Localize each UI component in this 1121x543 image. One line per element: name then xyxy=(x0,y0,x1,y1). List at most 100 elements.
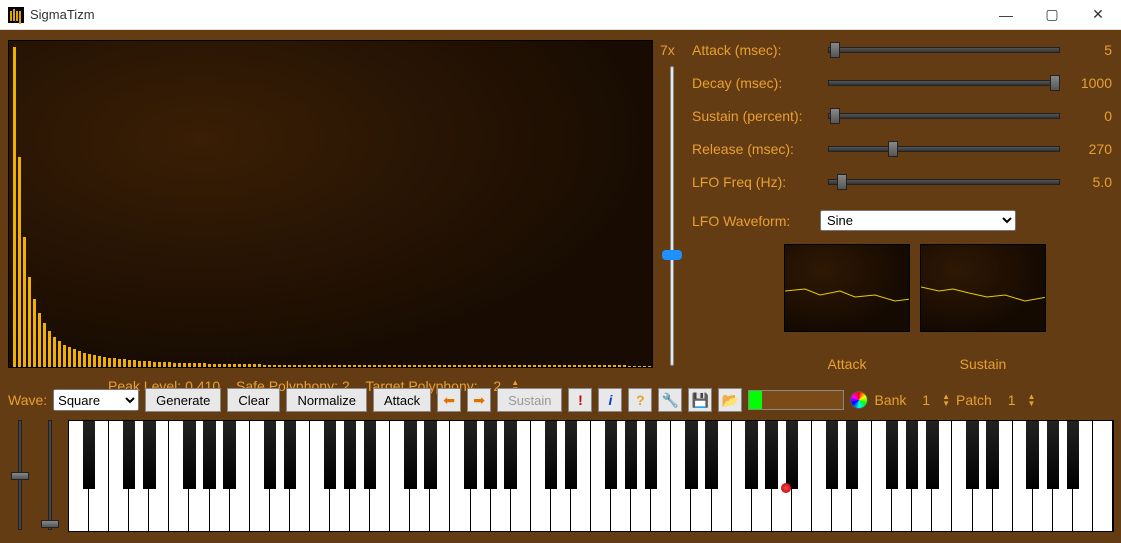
zoom-label: 7x xyxy=(660,42,675,58)
black-key[interactable] xyxy=(203,421,216,489)
black-key[interactable] xyxy=(364,421,377,489)
harmonics-display[interactable] xyxy=(8,40,653,368)
lfofreq-value: 5.0 xyxy=(1068,174,1112,190)
minimize-button[interactable]: — xyxy=(983,0,1029,30)
black-key[interactable] xyxy=(1047,421,1060,489)
bank-value: 1 xyxy=(922,392,930,408)
bank-label: Bank xyxy=(874,392,906,408)
panic-icon[interactable]: ! xyxy=(568,388,592,412)
prev-arrow-icon[interactable]: ⬅ xyxy=(437,388,461,412)
clear-button[interactable]: Clear xyxy=(227,388,280,412)
lfowave-select[interactable]: Sine xyxy=(820,210,1016,231)
sustain-envelope-graph[interactable] xyxy=(920,244,1046,332)
red-marker-icon xyxy=(781,483,791,493)
color-wheel-icon[interactable] xyxy=(850,391,868,409)
black-key[interactable] xyxy=(645,421,658,489)
attack-label: Attack (msec): xyxy=(692,42,820,58)
open-folder-icon[interactable]: 📂 xyxy=(718,388,742,412)
black-key[interactable] xyxy=(545,421,558,489)
sustain-value: 0 xyxy=(1068,108,1112,124)
generate-button[interactable]: Generate xyxy=(145,388,221,412)
attack-envelope-graph[interactable] xyxy=(784,244,910,332)
attack-button[interactable]: Attack xyxy=(373,388,431,412)
volume-meter[interactable] xyxy=(748,390,844,410)
sustain-label: Sustain (percent): xyxy=(692,108,820,124)
black-key[interactable] xyxy=(424,421,437,489)
black-key[interactable] xyxy=(625,421,638,489)
help-icon[interactable]: ? xyxy=(628,388,652,412)
black-key[interactable] xyxy=(605,421,618,489)
sustain-env-label: Sustain xyxy=(920,356,1046,372)
black-key[interactable] xyxy=(906,421,919,489)
black-key[interactable] xyxy=(223,421,236,489)
black-key[interactable] xyxy=(765,421,778,489)
zoom-slider-thumb[interactable] xyxy=(662,250,682,260)
sustain-row: Sustain (percent): 0 xyxy=(692,108,1112,124)
mod-wheel-slider[interactable] xyxy=(38,420,62,530)
black-key[interactable] xyxy=(1067,421,1080,489)
black-key[interactable] xyxy=(886,421,899,489)
lfowave-row: LFO Waveform: Sine xyxy=(692,210,1016,231)
black-key[interactable] xyxy=(504,421,517,489)
black-key[interactable] xyxy=(123,421,136,489)
black-key[interactable] xyxy=(565,421,578,489)
attack-value: 5 xyxy=(1068,42,1112,58)
black-key[interactable] xyxy=(926,421,939,489)
pitch-bend-slider[interactable] xyxy=(8,420,32,530)
sustain-slider[interactable] xyxy=(828,108,1060,124)
black-key[interactable] xyxy=(484,421,497,489)
bank-spinner[interactable]: ▲▼ xyxy=(942,393,950,407)
patch-spinner[interactable]: ▲▼ xyxy=(1027,393,1035,407)
attack-row: Attack (msec): 5 xyxy=(692,42,1112,58)
black-key[interactable] xyxy=(826,421,839,489)
black-key[interactable] xyxy=(344,421,357,489)
decay-row: Decay (msec): 1000 xyxy=(692,75,1112,91)
decay-slider[interactable] xyxy=(828,75,1060,91)
app-body: 7x Attack (msec): 5 Decay (msec): 1000 S… xyxy=(0,30,1121,543)
lfofreq-label: LFO Freq (Hz): xyxy=(692,174,820,190)
black-key[interactable] xyxy=(685,421,698,489)
patch-value: 1 xyxy=(1008,392,1016,408)
close-button[interactable]: ✕ xyxy=(1075,0,1121,30)
black-key[interactable] xyxy=(83,421,96,489)
zoom-slider[interactable] xyxy=(670,66,674,366)
black-key[interactable] xyxy=(705,421,718,489)
info-icon[interactable]: i xyxy=(598,388,622,412)
black-key[interactable] xyxy=(846,421,859,489)
next-arrow-icon[interactable]: ➡ xyxy=(467,388,491,412)
black-key[interactable] xyxy=(986,421,999,489)
black-key[interactable] xyxy=(143,421,156,489)
decay-label: Decay (msec): xyxy=(692,75,820,91)
wave-select[interactable]: Square xyxy=(53,389,139,411)
titlebar: SigmaTizm — ▢ ✕ xyxy=(0,0,1121,30)
settings-icon[interactable]: 🔧 xyxy=(658,388,682,412)
piano-keyboard[interactable] xyxy=(68,420,1114,532)
black-key[interactable] xyxy=(966,421,979,489)
lfofreq-row: LFO Freq (Hz): 5.0 xyxy=(692,174,1112,190)
black-key[interactable] xyxy=(183,421,196,489)
lfofreq-slider[interactable] xyxy=(828,174,1060,190)
release-label: Release (msec): xyxy=(692,141,820,157)
release-value: 270 xyxy=(1068,141,1112,157)
normalize-button[interactable]: Normalize xyxy=(286,388,367,412)
release-slider[interactable] xyxy=(828,141,1060,157)
black-key[interactable] xyxy=(324,421,337,489)
decay-value: 1000 xyxy=(1068,75,1112,91)
sustain-button[interactable]: Sustain xyxy=(497,388,562,412)
black-key[interactable] xyxy=(404,421,417,489)
black-key[interactable] xyxy=(464,421,477,489)
maximize-button[interactable]: ▢ xyxy=(1029,0,1075,30)
black-key[interactable] xyxy=(745,421,758,489)
attack-env-label: Attack xyxy=(784,356,910,372)
attack-slider[interactable] xyxy=(828,42,1060,58)
toolbar: Wave: Square Generate Clear Normalize At… xyxy=(8,388,1114,412)
release-row: Release (msec): 270 xyxy=(692,141,1112,157)
patch-label: Patch xyxy=(956,392,992,408)
black-key[interactable] xyxy=(1026,421,1039,489)
black-key[interactable] xyxy=(264,421,277,489)
black-key[interactable] xyxy=(284,421,297,489)
wave-label: Wave: xyxy=(8,392,47,408)
white-key[interactable] xyxy=(1093,421,1113,531)
black-key[interactable] xyxy=(786,421,799,489)
save-icon[interactable]: 💾 xyxy=(688,388,712,412)
